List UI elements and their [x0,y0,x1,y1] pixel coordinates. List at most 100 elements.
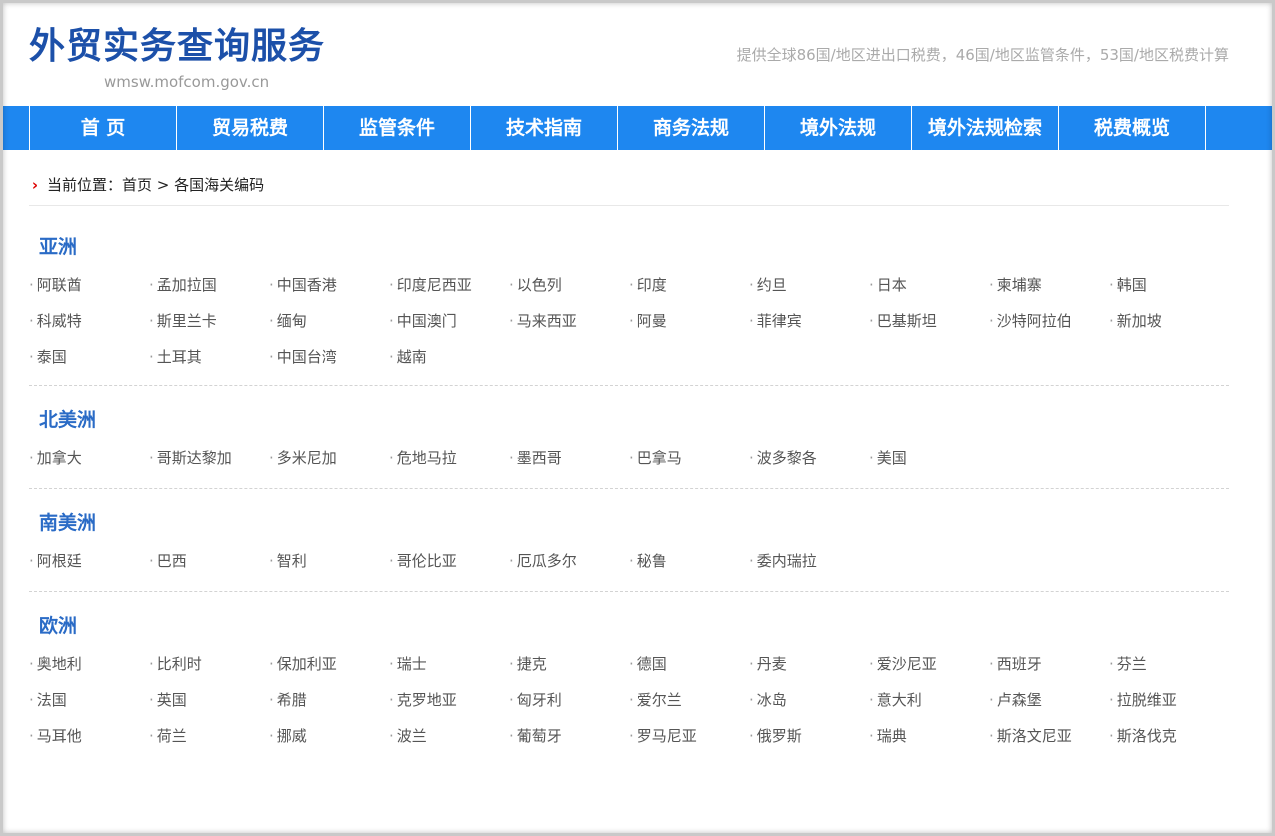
country-link[interactable]: · 马耳他 [29,718,149,754]
country-name: 俄罗斯 [756,727,802,745]
site-title[interactable]: 外贸实务查询服务 [29,26,325,68]
country-link[interactable]: · 法国 [29,682,149,718]
country-link[interactable]: · 以色列 [509,267,629,303]
bullet-dot-icon: · [869,655,874,673]
breadcrumb-home-link[interactable]: 首页 [122,176,152,194]
country-link[interactable]: · 斯洛伐克 [1109,718,1229,754]
country-link[interactable]: · 瑞士 [389,646,509,682]
country-link[interactable]: · 奥地利 [29,646,149,682]
country-link[interactable]: · 菲律宾 [749,303,869,339]
region-title: 亚洲 [39,236,78,258]
country-name: 奥地利 [36,655,82,673]
country-link[interactable]: · 拉脱维亚 [1109,682,1229,718]
country-name: 意大利 [876,691,922,709]
country-link[interactable]: · 瑞典 [869,718,989,754]
country-link[interactable]: · 约旦 [749,267,869,303]
country-link[interactable]: · 厄瓜多尔 [509,543,629,579]
country-link[interactable]: · 挪威 [269,718,389,754]
country-link[interactable]: · 新加坡 [1109,303,1229,339]
nav-item-5[interactable]: 境外法规 [765,106,912,150]
country-link[interactable]: · 美国 [869,440,989,476]
country-link[interactable]: · 芬兰 [1109,646,1229,682]
country-link[interactable]: · 波多黎各 [749,440,869,476]
country-link[interactable]: · 科威特 [29,303,149,339]
country-link[interactable]: · 意大利 [869,682,989,718]
country-name: 匈牙利 [516,691,562,709]
country-link[interactable]: · 比利时 [149,646,269,682]
country-link[interactable]: · 日本 [869,267,989,303]
bullet-dot-icon: · [749,655,754,673]
country-link[interactable]: · 阿曼 [629,303,749,339]
country-link[interactable]: · 俄罗斯 [749,718,869,754]
country-link[interactable]: · 智利 [269,543,389,579]
nav-item-7[interactable]: 税费概览 [1059,106,1206,150]
country-link[interactable]: · 丹麦 [749,646,869,682]
country-link[interactable]: · 加拿大 [29,440,149,476]
nav-item-0[interactable]: 首 页 [30,106,177,150]
country-link[interactable]: · 秘鲁 [629,543,749,579]
country-link[interactable]: · 中国台湾 [269,339,389,375]
country-link[interactable]: · 爱沙尼亚 [869,646,989,682]
country-link[interactable]: · 罗马尼亚 [629,718,749,754]
nav-item-4[interactable]: 商务法规 [618,106,765,150]
country-link[interactable]: · 葡萄牙 [509,718,629,754]
country-name: 西班牙 [996,655,1042,673]
country-link[interactable]: · 土耳其 [149,339,269,375]
country-link[interactable]: · 捷克 [509,646,629,682]
country-link[interactable]: · 冰岛 [749,682,869,718]
country-link[interactable]: · 保加利亚 [269,646,389,682]
bullet-dot-icon: · [989,655,994,673]
country-name: 智利 [276,552,307,570]
country-link[interactable]: · 克罗地亚 [389,682,509,718]
country-link[interactable]: · 德国 [629,646,749,682]
country-link[interactable]: · 巴拿马 [629,440,749,476]
country-link[interactable]: · 中国澳门 [389,303,509,339]
country-link[interactable]: · 孟加拉国 [149,267,269,303]
country-link[interactable]: · 西班牙 [989,646,1109,682]
country-link[interactable]: · 危地马拉 [389,440,509,476]
country-link[interactable]: · 哥斯达黎加 [149,440,269,476]
country-link[interactable]: · 匈牙利 [509,682,629,718]
bullet-dot-icon: · [989,276,994,294]
country-link[interactable]: · 荷兰 [149,718,269,754]
country-name: 罗马尼亚 [636,727,697,745]
nav-item-1[interactable]: 贸易税费 [177,106,324,150]
country-link[interactable]: · 阿根廷 [29,543,149,579]
country-link[interactable]: · 柬埔寨 [989,267,1109,303]
country-link[interactable]: · 波兰 [389,718,509,754]
country-link[interactable]: · 斯里兰卡 [149,303,269,339]
country-link[interactable]: · 巴基斯坦 [869,303,989,339]
country-link[interactable]: · 英国 [149,682,269,718]
country-link[interactable]: · 印度尼西亚 [389,267,509,303]
country-link[interactable]: · 缅甸 [269,303,389,339]
country-link[interactable]: · 韩国 [1109,267,1229,303]
country-link[interactable]: · 希腊 [269,682,389,718]
bullet-dot-icon: · [629,655,634,673]
region-section: 北美洲 · 加拿大 · 哥斯达黎加 · 多米尼加 · 危地马拉 · 墨西哥 · 巴拿马 · 波多黎各 · 美国 [29,386,1229,489]
country-link[interactable]: · 印度 [629,267,749,303]
country-name: 德国 [636,655,667,673]
country-name: 丹麦 [756,655,787,673]
main-nav: 首 页贸易税费 监管条件 技术指南 商务法规 境外法规 境外法规检索 税费概览 [0,106,1275,150]
country-link[interactable]: · 斯洛文尼亚 [989,718,1109,754]
country-link[interactable]: · 墨西哥 [509,440,629,476]
country-name: 美国 [876,449,907,467]
country-link[interactable]: · 哥伦比亚 [389,543,509,579]
country-link[interactable]: · 委内瑞拉 [749,543,869,579]
nav-item-3[interactable]: 技术指南 [471,106,618,150]
country-link[interactable]: · 阿联酋 [29,267,149,303]
country-name: 瑞士 [396,655,427,673]
country-link[interactable]: · 中国香港 [269,267,389,303]
country-link[interactable]: · 多米尼加 [269,440,389,476]
country-link[interactable]: · 爱尔兰 [629,682,749,718]
nav-item-2[interactable]: 监管条件 [324,106,471,150]
country-link[interactable]: · 越南 [389,339,509,375]
country-link[interactable]: · 巴西 [149,543,269,579]
country-name: 菲律宾 [756,312,802,330]
country-link[interactable]: · 沙特阿拉伯 [989,303,1109,339]
country-link[interactable]: · 马来西亚 [509,303,629,339]
nav-item-6[interactable]: 境外法规检索 [912,106,1059,150]
country-link[interactable]: · 卢森堡 [989,682,1109,718]
country-link[interactable]: · 泰国 [29,339,149,375]
country-name: 爱沙尼亚 [876,655,937,673]
